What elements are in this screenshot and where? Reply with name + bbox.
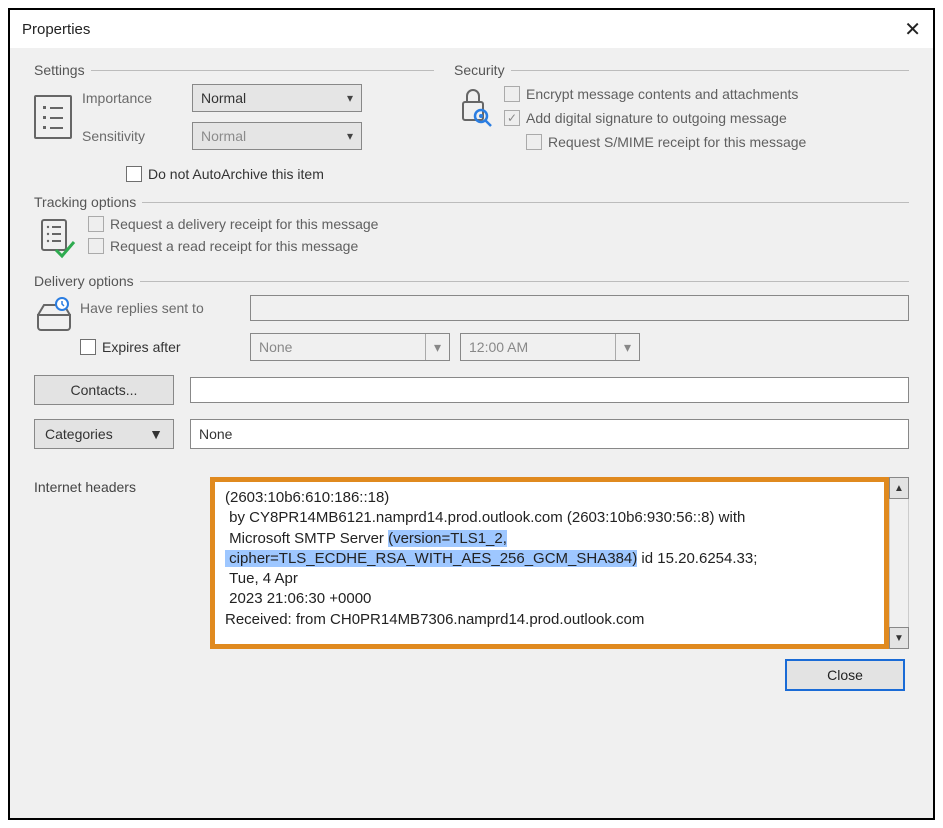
smime-checkbox: Request S/MIME receipt for this message	[526, 134, 806, 150]
importance-select[interactable]: Normal▾	[192, 84, 362, 112]
chevron-down-icon: ▼	[149, 426, 163, 442]
settings-legend: Settings	[34, 62, 85, 78]
expires-checkbox[interactable]: Expires after	[80, 339, 240, 355]
titlebar: Properties ✕	[10, 10, 933, 48]
properties-icon	[34, 95, 72, 139]
tracking-icon	[38, 216, 78, 263]
signature-checkbox: ✓Add digital signature to outgoing messa…	[504, 110, 806, 126]
delivery-legend: Delivery options	[34, 273, 134, 289]
window-title: Properties	[22, 21, 90, 38]
replies-input	[250, 295, 909, 321]
tracking-legend: Tracking options	[34, 194, 136, 210]
security-legend: Security	[454, 62, 505, 78]
expires-date-combo: None▾	[250, 333, 450, 361]
autoarchive-checkbox[interactable]: Do not AutoArchive this item	[126, 166, 909, 182]
close-icon[interactable]: ✕	[904, 17, 921, 42]
importance-label: Importance	[82, 90, 192, 106]
delivery-receipt-checkbox: Request a delivery receipt for this mess…	[88, 216, 378, 232]
scroll-up-icon[interactable]: ▲	[889, 477, 909, 499]
contacts-input[interactable]	[190, 377, 909, 403]
internet-headers-label: Internet headers	[34, 477, 194, 495]
contacts-button[interactable]: Contacts...	[34, 375, 174, 405]
chevron-down-icon: ▾	[347, 129, 353, 143]
encrypt-checkbox: Encrypt message contents and attachments	[504, 86, 806, 102]
scrollbar[interactable]: ▲ ▼	[889, 477, 909, 649]
chevron-down-icon: ▾	[425, 334, 449, 360]
lock-key-icon	[454, 84, 494, 131]
chevron-down-icon: ▾	[347, 91, 353, 105]
reply-tray-icon	[34, 295, 74, 338]
sensitivity-select: Normal▾	[192, 122, 362, 150]
replies-label: Have replies sent to	[80, 300, 240, 316]
sensitivity-label: Sensitivity	[82, 128, 192, 144]
categories-button[interactable]: Categories▼	[34, 419, 174, 449]
chevron-down-icon: ▾	[615, 334, 639, 360]
properties-dialog: Properties ✕ Settings Importance Normal▾	[8, 8, 935, 820]
internet-headers-text[interactable]: (2603:10b6:610:186::18) by CY8PR14MB6121…	[210, 477, 889, 649]
categories-value[interactable]: None	[190, 419, 909, 449]
scroll-down-icon[interactable]: ▼	[889, 627, 909, 649]
expires-time-combo: 12:00 AM▾	[460, 333, 640, 361]
read-receipt-checkbox: Request a read receipt for this message	[88, 238, 378, 254]
close-button[interactable]: Close	[785, 659, 905, 691]
